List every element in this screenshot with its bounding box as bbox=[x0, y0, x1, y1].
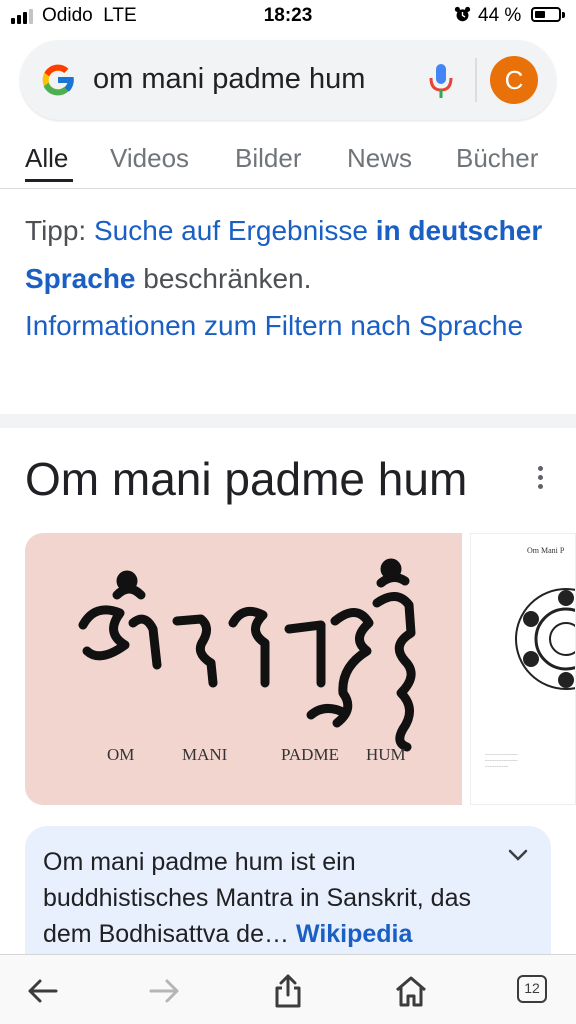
more-vert-icon[interactable] bbox=[532, 466, 548, 492]
tab-alle[interactable]: Alle bbox=[25, 143, 68, 174]
syllable-padme: PADME bbox=[281, 745, 339, 764]
wikipedia-link[interactable]: Wikipedia bbox=[296, 920, 412, 948]
description-text: Om mani padme hum ist ein buddhistisches… bbox=[43, 848, 471, 948]
language-filter-info-link[interactable]: Informationen zum Filtern nach Sprache bbox=[25, 310, 523, 341]
home-icon[interactable] bbox=[393, 973, 429, 1009]
back-arrow-icon[interactable] bbox=[24, 973, 60, 1009]
mic-icon[interactable] bbox=[426, 63, 456, 99]
status-bar: Odido LTE 18:23 44 % bbox=[0, 0, 576, 32]
search-bar[interactable]: om mani padme hum C bbox=[20, 40, 556, 120]
chevron-down-icon[interactable] bbox=[507, 848, 529, 862]
alarm-icon bbox=[454, 6, 471, 22]
battery-percent: 44 % bbox=[478, 5, 522, 26]
battery-icon bbox=[531, 7, 561, 22]
tab-videos[interactable]: Videos bbox=[110, 143, 189, 174]
syllable-om: OM bbox=[107, 745, 135, 764]
tabs-icon[interactable]: 12 bbox=[517, 975, 547, 1003]
forward-arrow-icon[interactable] bbox=[147, 973, 183, 1009]
tip-prefix: Tipp: bbox=[25, 215, 87, 246]
mandala-image bbox=[515, 588, 575, 690]
active-tab-indicator bbox=[25, 179, 73, 182]
syllable-hum: HUM bbox=[366, 745, 406, 764]
image2-title: Om Mani P bbox=[527, 546, 565, 555]
share-icon[interactable] bbox=[270, 973, 306, 1009]
search-tabs: Alle Videos Bilder News Bücher bbox=[0, 132, 576, 188]
language-tip: Tipp: Suche auf Ergebnisse in deutscher … bbox=[25, 207, 555, 350]
mantra-image-2[interactable]: Om Mani P ~~~~~~~~~~~~~~ ~~~~~~~~~~~~~~ ~~… bbox=[470, 533, 576, 805]
knowledge-panel-title: Om mani padme hum bbox=[25, 453, 468, 505]
browser-toolbar bbox=[0, 954, 576, 1024]
google-logo-icon[interactable] bbox=[38, 60, 78, 100]
tab-news[interactable]: News bbox=[347, 143, 412, 174]
description-card[interactable]: Om mani padme hum ist ein buddhistisches… bbox=[25, 826, 551, 954]
tab-buecher[interactable]: Bücher bbox=[456, 143, 538, 174]
tip-suffix: beschränken. bbox=[143, 262, 312, 294]
account-avatar[interactable]: C bbox=[490, 56, 538, 104]
mantra-image[interactable]: OM MANI PADME HUM bbox=[25, 533, 462, 805]
search-input[interactable]: om mani padme hum bbox=[93, 63, 365, 96]
tab-bilder[interactable]: Bilder bbox=[235, 143, 301, 174]
syllable-mani: MANI bbox=[182, 745, 228, 764]
